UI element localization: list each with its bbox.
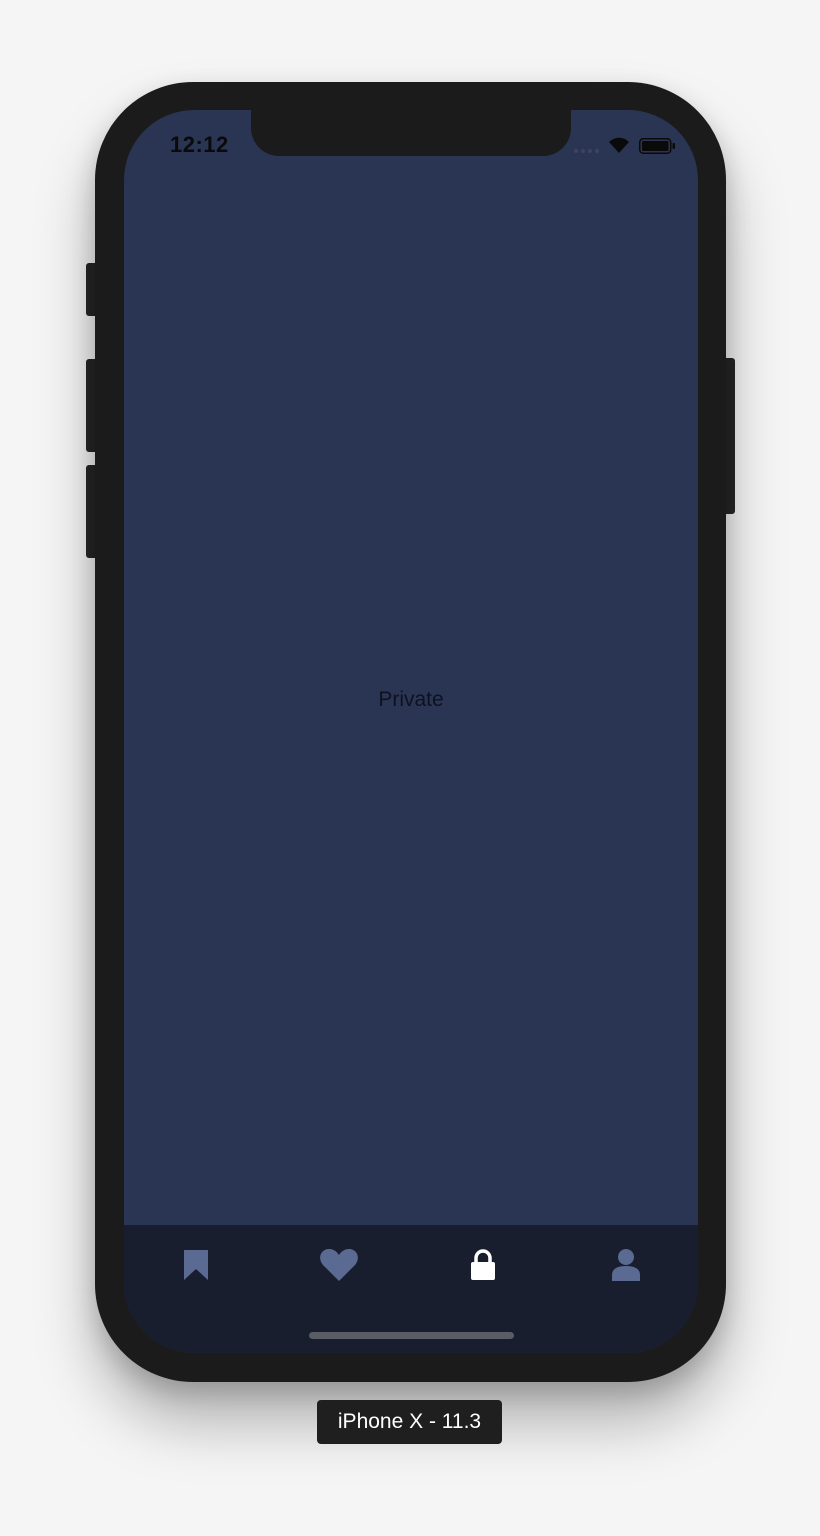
bookmark-icon bbox=[184, 1250, 208, 1280]
battery-icon bbox=[639, 138, 675, 154]
device-label: iPhone X - 11.3 bbox=[317, 1400, 502, 1444]
simulator-window: 12:12 Private iPhone X - 11.3 bbox=[0, 0, 820, 1536]
lock-icon bbox=[471, 1249, 495, 1280]
tab-private[interactable] bbox=[443, 1241, 523, 1289]
tab-favorites[interactable] bbox=[299, 1241, 379, 1289]
heart-icon bbox=[320, 1249, 358, 1281]
notch bbox=[251, 110, 571, 156]
status-time: 12:12 bbox=[170, 132, 229, 157]
screen-title: Private bbox=[378, 688, 444, 711]
home-indicator[interactable] bbox=[309, 1332, 514, 1339]
cellular-signal-icon bbox=[574, 149, 599, 153]
device-screen: 12:12 Private bbox=[124, 110, 698, 1353]
tab-saved[interactable] bbox=[156, 1241, 236, 1289]
user-icon bbox=[612, 1249, 640, 1281]
wifi-icon bbox=[609, 137, 629, 153]
tab-bar bbox=[124, 1225, 698, 1353]
tab-profile[interactable] bbox=[586, 1241, 666, 1289]
